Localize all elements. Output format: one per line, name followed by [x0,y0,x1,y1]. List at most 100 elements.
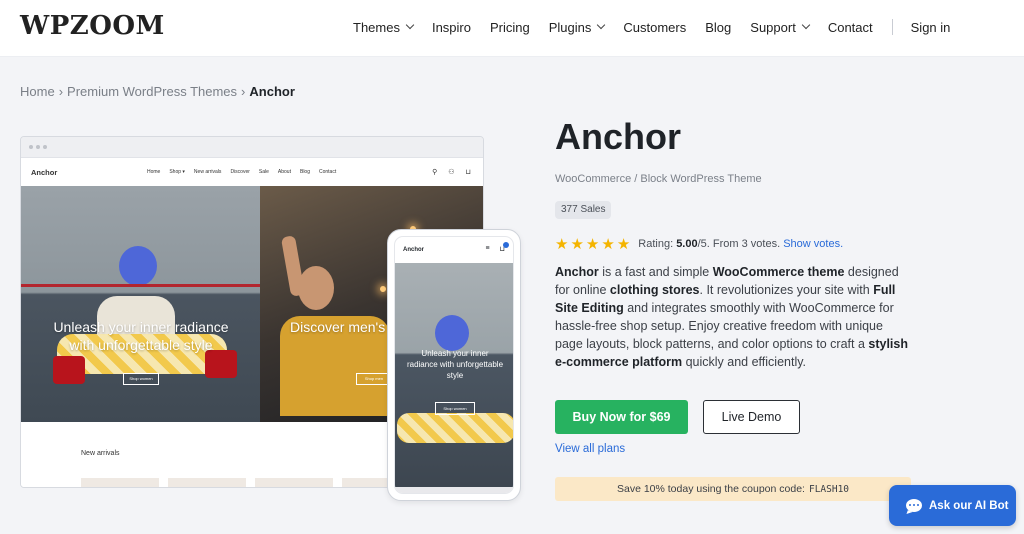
nav-inspiro[interactable]: Inspiro [432,20,471,35]
model-hair [435,315,469,351]
search-icon: ⚲ [432,169,438,176]
mobile-hero-button: Shop women [435,402,475,415]
hero-image-women: Unleash your inner radiance with unforge… [21,186,260,422]
nav-customers-label: Customers [623,19,687,35]
breadcrumb-section[interactable]: Premium WordPress Themes [67,84,237,99]
desc-bold: WooCommerce theme [712,265,845,279]
preview-link: Shop ▾ [169,169,185,175]
red-rail [21,284,260,287]
nav-pricing[interactable]: Pricing [490,20,530,35]
mobile-logo: Anchor [403,247,424,253]
rating-label: Rating: [638,238,674,250]
nav-inspiro-label: Inspiro [431,19,471,35]
preview-link: Home [147,169,161,175]
coupon-code: FLASH10 [808,484,850,495]
cart-icon: ⊔ [500,242,509,253]
breadcrumb-separator: › [241,84,246,99]
breadcrumb-separator: › [58,84,64,99]
rating-text: Rating: 5.00/5. From 3 votes. Show votes… [638,238,843,250]
preview-link: Blog [299,169,310,175]
desc-text: . It revolutionizes your site with [699,283,874,297]
rating-suffix: /5. From 3 votes. [697,238,781,250]
star-icon: ★ [585,236,600,253]
mobile-icons: ≡ ⊔ [485,242,509,253]
mobile-hero-image: Unleash your inner radiance with unforge… [395,263,513,487]
window-dot [36,145,40,149]
sign-in-link[interactable]: Sign in [911,20,951,35]
product-thumb [168,478,246,487]
live-demo-button[interactable]: Live Demo [703,400,800,434]
product-thumb [255,478,333,487]
nav-contact[interactable]: Contact [828,20,873,35]
breadcrumb: Home › Premium WordPress Themes › Anchor [20,84,295,99]
desc-text: is a fast and simple [598,265,713,279]
chevron-down-icon [801,20,811,30]
window-dot [43,145,47,149]
star-icon: ★ [555,236,569,253]
product-description: Anchor is a fast and simple WooCommerce … [555,263,911,371]
preview-link: New arrivals [193,169,222,175]
preview-links: Home Shop ▾ New arrivals Discover Sale A… [147,169,336,175]
hero-title-women: Unleash your inner radiance with unforge… [53,319,229,353]
product-thumbs [81,478,420,487]
rating-row: ★ ★ ★ ★ ★ Rating: 5.00/5. From 3 votes. … [555,235,843,253]
model-legs [397,413,513,443]
mobile-bottom [395,487,513,493]
preview-link: Discover [230,169,250,175]
preview-link: Contact [319,169,337,175]
nav-support[interactable]: Support [750,19,811,35]
mobile-screen: Anchor ≡ ⊔ Unleash your inner radiance w… [394,236,514,494]
buy-now-button[interactable]: Buy Now for $69 [555,400,688,434]
product-subtitle: WooCommerce / Block WordPress Theme [555,173,762,185]
main-nav: Themes Inspiro Pricing Plugins Customers… [353,19,969,35]
desc-text: quickly and efficiently. [682,355,807,369]
chevron-down-icon [597,20,606,30]
preview-nav: Anchor Home Shop ▾ New arrivals Discover… [21,158,483,186]
hero-button-women: Shop women [123,373,159,385]
wpzoom-logo[interactable]: WPZOOM [20,11,165,41]
preview-link: About [277,169,291,175]
site-header: WPZOOM Themes Inspiro Pricing Plugins Cu… [0,0,1024,57]
show-votes-link[interactable]: Show votes. [783,238,843,250]
preview-logo: Anchor [31,167,58,177]
preview-icons: ⚲ ⚇ ⊔ [432,168,471,176]
new-arrivals-label: New arrivals [81,450,120,457]
nav-plugins[interactable]: Plugins [548,19,606,35]
cart-icon: ⊔ [465,169,471,176]
coupon-text: Save 10% today using the coupon code: [616,483,805,495]
window-dot [29,145,33,149]
nav-themes[interactable]: Themes [353,19,415,35]
nav-plugins-label: Plugins [548,19,592,35]
desc-bold: Anchor [555,265,599,279]
mobile-hero-title: Unleash your inner radiance with unforge… [406,349,504,380]
user-icon: ⚇ [448,169,455,176]
preview-link: Sale [258,169,269,175]
product-thumb [81,478,159,487]
view-all-plans-link[interactable]: View all plans [555,443,625,455]
rating-value: 5.00 [676,238,698,250]
nav-customers[interactable]: Customers [623,20,686,35]
star-icon: ★ [570,236,584,253]
browser-chrome [21,137,483,158]
mobile-preview[interactable]: Anchor ≡ ⊔ Unleash your inner radiance w… [387,229,521,501]
product-title: Anchor [555,116,681,157]
nav-pricing-label: Pricing [490,19,530,35]
sign-in-label: Sign in [910,19,951,35]
desc-bold: clothing stores [609,283,700,297]
sales-badge: 377 Sales [555,201,612,219]
mobile-nav: Anchor ≡ ⊔ [395,237,513,263]
nav-contact-label: Contact [827,19,873,35]
nav-divider [891,19,893,35]
cart-badge [503,242,509,248]
breadcrumb-current: Anchor [249,84,295,99]
ai-bot-label: Ask our AI Bot [929,499,1009,512]
nav-themes-label: Themes [353,19,400,35]
nav-blog[interactable]: Blog [705,20,731,35]
nav-blog-label: Blog [705,19,732,35]
nav-support-label: Support [750,19,796,35]
ai-bot-button[interactable]: Ask our AI Bot [889,485,1016,526]
star-icon: ★ [616,236,631,253]
star-icon: ★ [601,236,615,253]
breadcrumb-home[interactable]: Home [20,84,55,99]
chevron-down-icon [405,20,415,30]
